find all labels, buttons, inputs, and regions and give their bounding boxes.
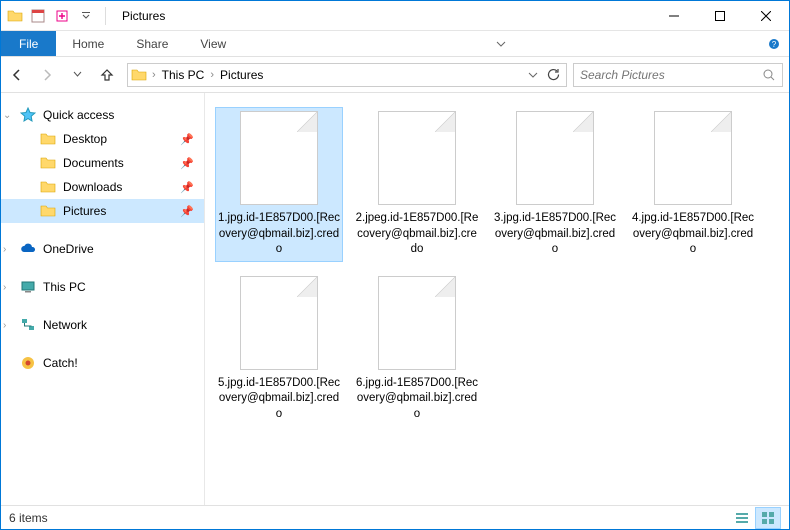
chevron-right-icon[interactable]: › bbox=[3, 282, 6, 293]
ribbon-tabs: File Home Share View ? bbox=[1, 31, 789, 57]
navigation-pane: ⌄ Quick access Desktop 📌 Documents 📌 bbox=[1, 93, 205, 505]
pin-icon: 📌 bbox=[180, 157, 194, 170]
sidebar-item-catch[interactable]: Catch! bbox=[1, 351, 204, 375]
file-list-pane[interactable]: 1.jpg.id-1E857D00.[Recovery@qbmail.biz].… bbox=[205, 93, 789, 505]
file-tab[interactable]: File bbox=[1, 31, 56, 56]
pin-icon: 📌 bbox=[180, 133, 194, 146]
sidebar-item-desktop[interactable]: Desktop 📌 bbox=[1, 127, 204, 151]
file-item[interactable]: 1.jpg.id-1E857D00.[Recovery@qbmail.biz].… bbox=[215, 107, 343, 262]
search-input[interactable] bbox=[580, 68, 762, 82]
breadcrumb-item[interactable]: This PC bbox=[160, 68, 207, 82]
folder-icon bbox=[39, 178, 57, 196]
file-name: 6.jpg.id-1E857D00.[Recovery@qbmail.biz].… bbox=[355, 376, 479, 423]
body: ⌄ Quick access Desktop 📌 Documents 📌 bbox=[1, 93, 789, 505]
chevron-right-icon[interactable]: › bbox=[148, 69, 160, 81]
chevron-right-icon[interactable]: › bbox=[3, 320, 6, 331]
address-bar[interactable]: › This PC › Pictures bbox=[127, 63, 567, 87]
chevron-down-icon[interactable]: ⌄ bbox=[3, 110, 11, 121]
file-item[interactable]: 4.jpg.id-1E857D00.[Recovery@qbmail.biz].… bbox=[629, 107, 757, 262]
nav-label: Quick access bbox=[43, 108, 114, 122]
file-icon bbox=[240, 111, 318, 205]
cloud-icon bbox=[19, 240, 37, 258]
file-item[interactable]: 2.jpeg.id-1E857D00.[Recovery@qbmail.biz]… bbox=[353, 107, 481, 262]
file-icon bbox=[516, 111, 594, 205]
nav-label: This PC bbox=[43, 280, 86, 294]
up-button[interactable] bbox=[93, 61, 121, 89]
forward-button[interactable] bbox=[33, 61, 61, 89]
quick-access-toolbar bbox=[27, 5, 97, 27]
address-bar-row: › This PC › Pictures bbox=[1, 57, 789, 93]
new-folder-icon[interactable] bbox=[51, 5, 73, 27]
details-view-button[interactable] bbox=[729, 507, 755, 529]
folder-icon bbox=[39, 154, 57, 172]
sidebar-item-documents[interactable]: Documents 📌 bbox=[1, 151, 204, 175]
pin-icon: 📌 bbox=[180, 181, 194, 194]
status-bar: 6 items bbox=[1, 505, 789, 529]
svg-text:?: ? bbox=[772, 40, 777, 49]
explorer-window: Pictures File Home Share View ? bbox=[0, 0, 790, 530]
recent-locations-icon[interactable] bbox=[63, 61, 91, 89]
sidebar-item-network[interactable]: › Network bbox=[1, 313, 204, 337]
quick-access-header[interactable]: ⌄ Quick access bbox=[1, 103, 204, 127]
help-icon[interactable]: ? bbox=[759, 31, 789, 56]
minimize-button[interactable] bbox=[651, 1, 697, 31]
nav-label: Catch! bbox=[43, 356, 78, 370]
sidebar-item-onedrive[interactable]: › OneDrive bbox=[1, 237, 204, 261]
file-item[interactable]: 5.jpg.id-1E857D00.[Recovery@qbmail.biz].… bbox=[215, 272, 343, 427]
tab-home[interactable]: Home bbox=[56, 31, 120, 56]
sidebar-item-pictures[interactable]: Pictures 📌 bbox=[1, 199, 204, 223]
nav-label: Downloads bbox=[63, 180, 122, 194]
folder-icon bbox=[130, 66, 148, 84]
breadcrumb-item[interactable]: Pictures bbox=[218, 68, 265, 82]
tab-view[interactable]: View bbox=[184, 31, 242, 56]
nav-label: Network bbox=[43, 318, 87, 332]
search-box[interactable] bbox=[573, 63, 783, 87]
close-button[interactable] bbox=[743, 1, 789, 31]
file-name: 2.jpeg.id-1E857D00.[Recovery@qbmail.biz]… bbox=[355, 211, 479, 258]
window-title: Pictures bbox=[114, 9, 165, 23]
star-icon bbox=[19, 106, 37, 124]
back-button[interactable] bbox=[3, 61, 31, 89]
file-item[interactable]: 3.jpg.id-1E857D00.[Recovery@qbmail.biz].… bbox=[491, 107, 619, 262]
sidebar-item-this-pc[interactable]: › This PC bbox=[1, 275, 204, 299]
sidebar-item-downloads[interactable]: Downloads 📌 bbox=[1, 175, 204, 199]
nav-label: Documents bbox=[63, 156, 124, 170]
file-name: 1.jpg.id-1E857D00.[Recovery@qbmail.biz].… bbox=[217, 211, 341, 258]
file-item[interactable]: 6.jpg.id-1E857D00.[Recovery@qbmail.biz].… bbox=[353, 272, 481, 427]
qat-customize-icon[interactable] bbox=[75, 5, 97, 27]
folder-app-icon bbox=[7, 8, 23, 24]
file-icon bbox=[378, 111, 456, 205]
catch-icon bbox=[19, 354, 37, 372]
monitor-icon bbox=[19, 278, 37, 296]
nav-label: OneDrive bbox=[43, 242, 94, 256]
file-name: 3.jpg.id-1E857D00.[Recovery@qbmail.biz].… bbox=[493, 211, 617, 258]
chevron-right-icon[interactable]: › bbox=[3, 244, 6, 255]
network-icon bbox=[19, 316, 37, 334]
divider bbox=[105, 7, 106, 25]
nav-label: Pictures bbox=[63, 204, 106, 218]
expand-ribbon-icon[interactable] bbox=[486, 31, 516, 56]
chevron-right-icon[interactable]: › bbox=[206, 69, 218, 81]
file-icon bbox=[378, 276, 456, 370]
refresh-icon[interactable] bbox=[542, 68, 564, 82]
maximize-button[interactable] bbox=[697, 1, 743, 31]
tab-share[interactable]: Share bbox=[120, 31, 184, 56]
window-controls bbox=[651, 1, 789, 31]
file-name: 5.jpg.id-1E857D00.[Recovery@qbmail.biz].… bbox=[217, 376, 341, 423]
properties-icon[interactable] bbox=[27, 5, 49, 27]
title-bar: Pictures bbox=[1, 1, 789, 31]
history-dropdown-icon[interactable] bbox=[528, 70, 538, 80]
nav-label: Desktop bbox=[63, 132, 107, 146]
file-icon bbox=[240, 276, 318, 370]
folder-icon bbox=[39, 130, 57, 148]
item-count: 6 items bbox=[9, 511, 48, 525]
file-name: 4.jpg.id-1E857D00.[Recovery@qbmail.biz].… bbox=[631, 211, 755, 258]
pin-icon: 📌 bbox=[180, 205, 194, 218]
thumbnails-view-button[interactable] bbox=[755, 507, 781, 529]
folder-icon bbox=[39, 202, 57, 220]
search-icon[interactable] bbox=[762, 68, 776, 82]
file-icon bbox=[654, 111, 732, 205]
